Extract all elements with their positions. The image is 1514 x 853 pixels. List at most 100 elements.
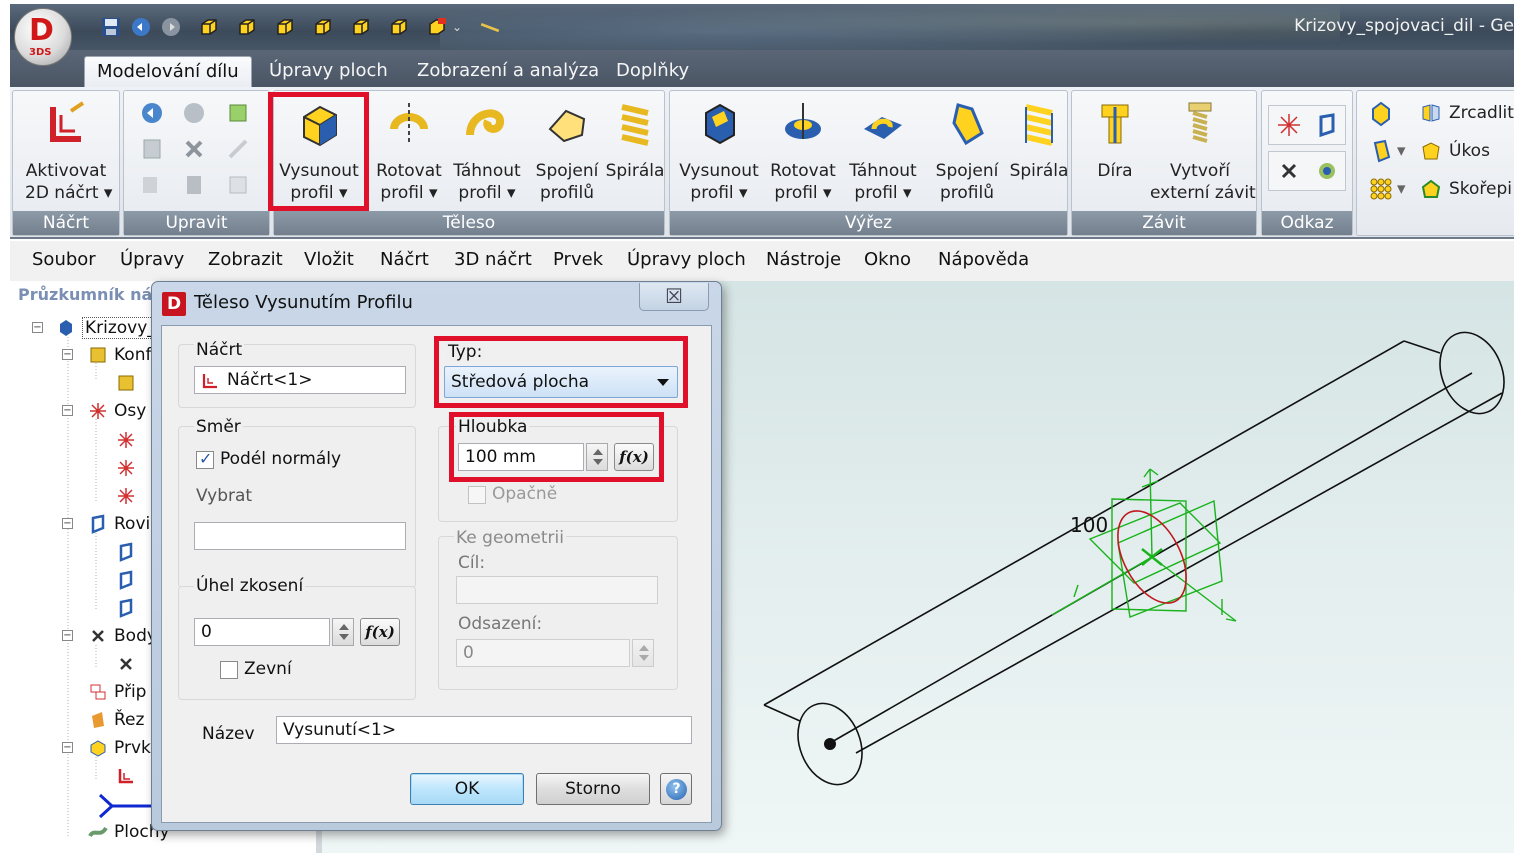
- zrcadlit-button[interactable]: Zrcadlit: [1419, 99, 1514, 127]
- odsazeni-input[interactable]: 0: [456, 639, 630, 667]
- pattern-dropdown[interactable]: ▾: [1397, 175, 1406, 203]
- view-iso-icon[interactable]: [426, 16, 448, 38]
- teleso-rotovat-profil-button[interactable]: Rotovat profil ▾: [368, 97, 450, 207]
- view-right-icon[interactable]: [312, 16, 334, 38]
- skorepina-button[interactable]: Skořepi: [1419, 175, 1512, 203]
- menu-zobrazit[interactable]: Zobrazit: [208, 249, 283, 270]
- feature-b-icon[interactable]: [1367, 137, 1395, 165]
- menu-nastroje[interactable]: Nástroje: [766, 249, 841, 270]
- point-icon[interactable]: [1275, 157, 1303, 185]
- externi-zavit-button[interactable]: Vytvoří externí závit: [1150, 97, 1256, 207]
- menu-vlozit[interactable]: Vložit: [304, 249, 354, 270]
- delete-icon[interactable]: [180, 135, 208, 163]
- tree-collapse-roviny[interactable]: −: [62, 518, 73, 529]
- tree-node-sketch[interactable]: [116, 763, 136, 789]
- nacrt-field[interactable]: Náčrt<1>: [194, 366, 406, 394]
- tree-node-axis-z[interactable]: [116, 483, 136, 509]
- save-icon[interactable]: [100, 16, 122, 38]
- view-back-icon[interactable]: [236, 16, 258, 38]
- vyrez-vysunout-profil-button[interactable]: Vysunout profil ▾: [678, 97, 760, 207]
- redo-small-icon[interactable]: [180, 99, 208, 127]
- tree-node-prvky[interactable]: Prvk: [88, 735, 151, 761]
- cil-field[interactable]: [456, 576, 658, 604]
- pattern-icon[interactable]: [1367, 175, 1395, 203]
- menu-okno[interactable]: Okno: [864, 249, 911, 270]
- tree-node-rez[interactable]: Řez: [88, 707, 144, 733]
- plane-icon[interactable]: [1313, 111, 1341, 139]
- refresh-icon[interactable]: [224, 99, 252, 127]
- vyrez-spirala-button[interactable]: Spirála: [998, 97, 1080, 207]
- tree-node-axis-y[interactable]: [116, 455, 136, 481]
- view-front-icon[interactable]: [198, 16, 220, 38]
- ok-button[interactable]: OK: [410, 773, 524, 805]
- tab-upravy-ploch[interactable]: Úpravy ploch: [257, 56, 400, 88]
- view-top-icon[interactable]: [350, 16, 372, 38]
- tree-collapse-root[interactable]: −: [32, 322, 43, 333]
- tree-node-pripojeni[interactable]: Přip: [88, 679, 146, 705]
- axis-icon[interactable]: [1275, 111, 1303, 139]
- zevni-checkbox[interactable]: [220, 661, 238, 679]
- tree-node-osy[interactable]: Osy: [88, 398, 146, 424]
- end-of-part-marker-icon[interactable]: [96, 791, 156, 821]
- properties-icon[interactable]: [138, 135, 166, 163]
- odsazeni-spinner[interactable]: [632, 639, 654, 667]
- tree-node-body[interactable]: Body: [88, 623, 157, 649]
- tab-zobrazeni-a-analyza[interactable]: Zobrazení a analýza: [405, 56, 611, 88]
- uhel-zkoseni-fx-button[interactable]: f(x): [360, 618, 400, 646]
- podel-normaly-checkbox[interactable]: [196, 449, 214, 469]
- tree-node-plane-3[interactable]: [116, 595, 136, 621]
- copy-icon[interactable]: [138, 171, 166, 199]
- measure-icon[interactable]: [470, 16, 510, 38]
- aktivovat-2d-nacrt-button[interactable]: Aktivovat 2D náčrt ▾: [25, 97, 112, 207]
- storno-button[interactable]: Storno: [536, 773, 650, 805]
- vyrez-rotovat-profil-button[interactable]: Rotovat profil ▾: [762, 97, 844, 207]
- app-menu-button[interactable]: D 3DS: [14, 8, 72, 66]
- menu-nacrt[interactable]: Náčrt: [380, 249, 429, 270]
- tree-collapse-body[interactable]: −: [62, 630, 73, 641]
- teleso-spirala-button[interactable]: Spirála: [594, 97, 676, 207]
- tab-modelovani-dilu[interactable]: Modelování dílu: [84, 56, 252, 88]
- feature-a-icon[interactable]: [1367, 99, 1395, 127]
- redo-icon[interactable]: [160, 16, 182, 38]
- dira-button[interactable]: Díra: [1074, 97, 1156, 207]
- menu-prvek[interactable]: Prvek: [553, 249, 603, 270]
- view-bottom-icon[interactable]: [388, 16, 410, 38]
- teleso-tahnout-profil-button[interactable]: Táhnout profil ▾: [446, 97, 528, 207]
- tree-collapse-konf[interactable]: −: [62, 349, 73, 360]
- tree-node-roviny[interactable]: Rovi: [88, 511, 150, 537]
- nazev-input[interactable]: Vysunutí<1>: [276, 716, 692, 744]
- qat-dropdown-icon[interactable]: ⌄: [450, 16, 464, 38]
- dimension-label[interactable]: 100: [1070, 513, 1108, 537]
- tree-collapse-prvky[interactable]: −: [62, 742, 73, 753]
- edit-icon[interactable]: [224, 135, 252, 163]
- vybrat-field[interactable]: [194, 522, 406, 550]
- undo-icon[interactable]: [130, 16, 152, 38]
- menu-napoveda[interactable]: Nápověda: [938, 249, 1029, 270]
- menu-soubor[interactable]: Soubor: [32, 249, 96, 270]
- tree-node-plane-1[interactable]: [116, 539, 136, 565]
- vyrez-spojeni-profilu-button[interactable]: Spojení profilů: [926, 97, 1008, 207]
- undo-small-icon[interactable]: [138, 99, 166, 127]
- menu-upravy[interactable]: Úpravy: [120, 249, 184, 270]
- ukos-button[interactable]: Úkos: [1419, 137, 1490, 165]
- menu-3d-nacrt[interactable]: 3D náčrt: [454, 249, 532, 270]
- duplicate-icon[interactable]: [224, 171, 252, 199]
- opacne-checkbox[interactable]: [468, 486, 486, 504]
- tree-node-konfigurace[interactable]: Konf: [88, 342, 151, 368]
- menu-upravy-ploch[interactable]: Úpravy ploch: [627, 249, 746, 270]
- tree-node-root[interactable]: Krizovy_: [56, 315, 159, 341]
- tree-node-point-1[interactable]: [116, 651, 136, 677]
- paste-icon[interactable]: [180, 171, 208, 199]
- view-left-icon[interactable]: [274, 16, 296, 38]
- tree-node-plane-2[interactable]: [116, 567, 136, 593]
- tab-doplnky[interactable]: Doplňky: [604, 56, 701, 88]
- dialog-close-button[interactable]: ☒: [639, 283, 709, 311]
- uhel-zkoseni-input[interactable]: 0: [194, 618, 330, 646]
- uhel-zkoseni-spinner[interactable]: [332, 618, 354, 646]
- tree-collapse-osy[interactable]: −: [62, 405, 73, 416]
- tree-node-axis-x[interactable]: [116, 427, 136, 453]
- tree-node-konfigurace-child[interactable]: [116, 370, 136, 396]
- coordinate-system-icon[interactable]: [1313, 157, 1341, 185]
- help-button[interactable]: ?: [660, 773, 692, 805]
- feature-b-dropdown[interactable]: ▾: [1397, 137, 1406, 165]
